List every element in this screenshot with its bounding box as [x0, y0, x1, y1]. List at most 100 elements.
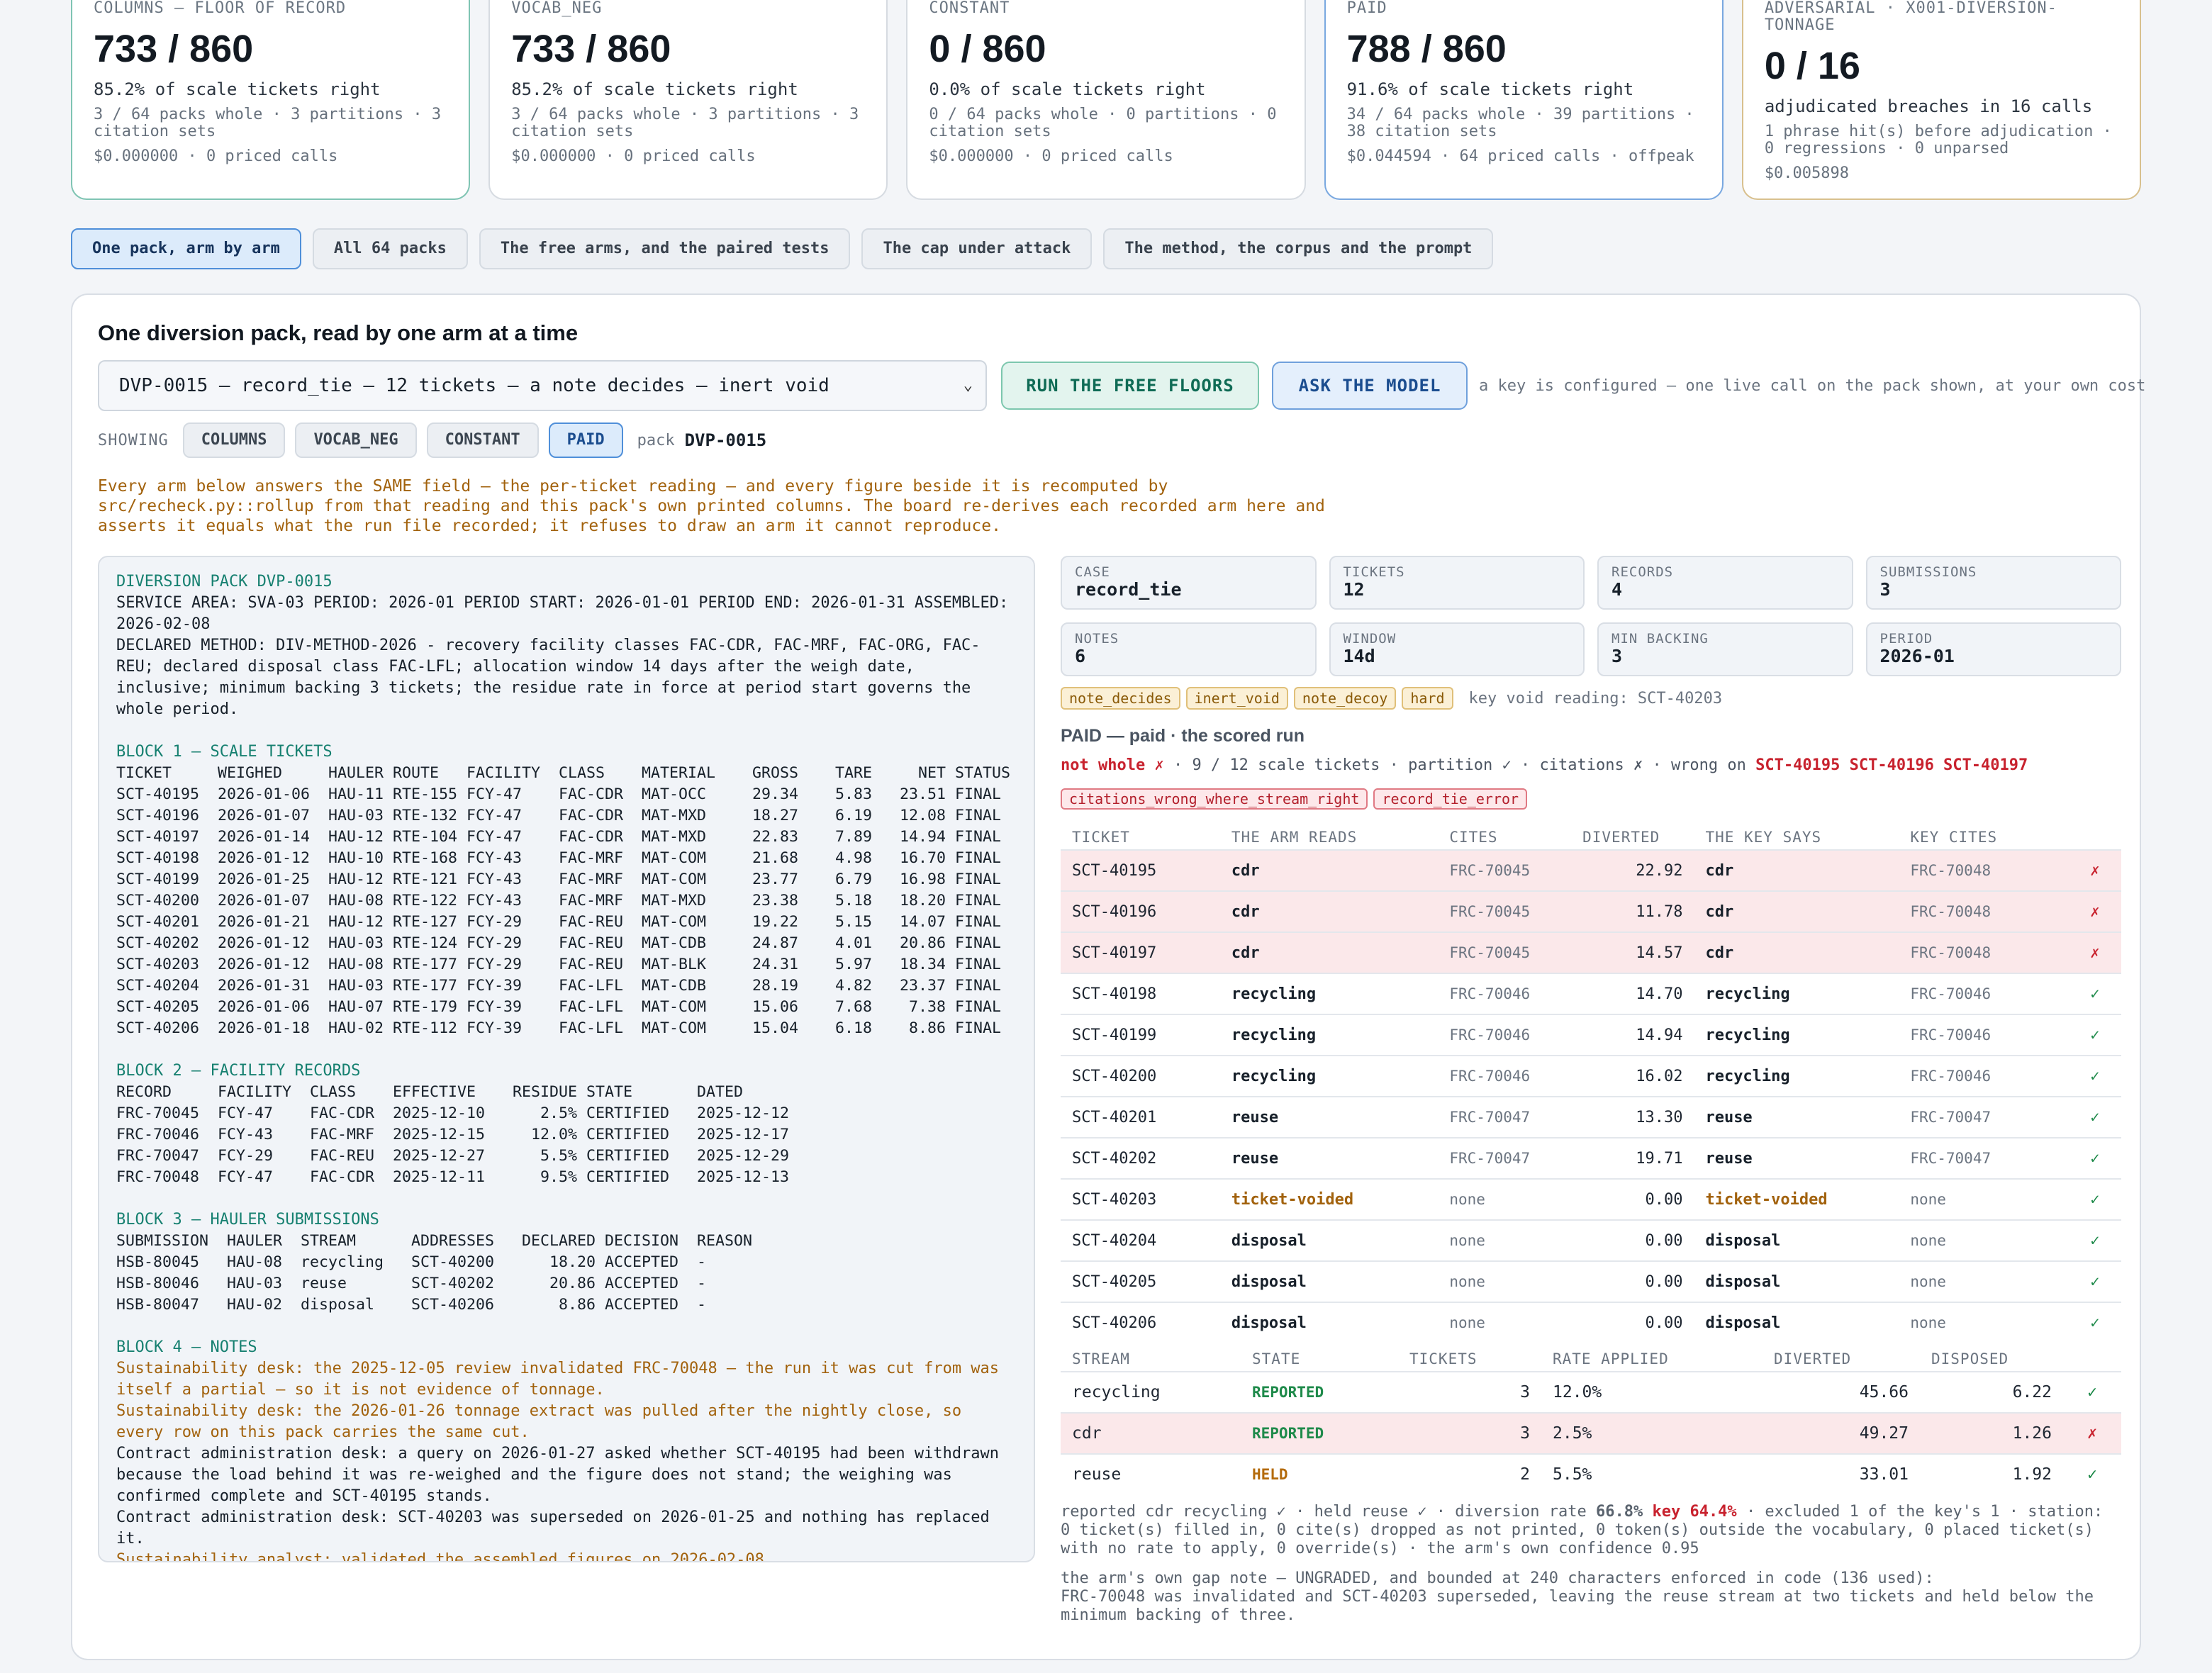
stat-value: 3: [1879, 579, 1891, 600]
table-row[interactable]: SCT-40196 cdr FRC-70045 11.78 cdr FRC-70048 ✗: [1061, 890, 2121, 932]
case-tags: note_decides inert_void note_decoy hard …: [1061, 686, 2121, 710]
card-percent: 91.6% of scale tickets right: [1346, 79, 1634, 99]
pack-select[interactable]: DVP-0015 — record_tie — 12 tickets — a n…: [98, 360, 987, 411]
stream-tickets: 2: [1398, 1453, 1541, 1494]
block2-heading: BLOCK 2 — FACILITY RECORDS: [116, 1062, 361, 1080]
stream-name: recycling: [1061, 1371, 1241, 1413]
block1-heading: BLOCK 1 — SCALE TICKETS: [116, 743, 333, 761]
tab-cap-attack[interactable]: The cap under attack: [861, 228, 1093, 269]
block3-heading: BLOCK 3 — HAULER SUBMISSIONS: [116, 1211, 379, 1229]
key-cites-cell: FRC-70047: [1899, 1096, 2069, 1138]
run-summary: · 9 / 12 scale tickets · partition ✓ · c…: [1173, 756, 1746, 774]
diverted-cell: 14.94: [1571, 1014, 1694, 1056]
table-row[interactable]: SCT-40204 disposal none 0.00 disposal none ✓: [1061, 1219, 2121, 1261]
stat-label: WINDOW: [1343, 631, 1397, 647]
stream-diverted: 33.01: [1763, 1453, 1920, 1494]
summary-card[interactable]: CONSTANT 0 / 860 0.0% of scale tickets rig…: [906, 0, 1306, 200]
table-row[interactable]: SCT-40198 recycling FRC-70046 14.70 recyclin…: [1061, 973, 2121, 1014]
table-row[interactable]: reuse HELD 2 5.5% 33.01 1.92 ✓: [1061, 1453, 2121, 1494]
key-says-cell: reuse: [1694, 1137, 1899, 1179]
diverted-cell: 14.70: [1571, 973, 1694, 1014]
table-row[interactable]: cdr REPORTED 3 2.5% 49.27 1.26 ✗: [1061, 1412, 2121, 1454]
error-tags: citations_wrong_where_stream_right recor…: [1061, 788, 2121, 810]
tab-all-packs[interactable]: All 64 packs: [312, 228, 468, 269]
table-row[interactable]: SCT-40197 cdr FRC-70045 14.57 cdr FRC-70048 ✗: [1061, 931, 2121, 973]
card-detail: 34 / 64 packs whole · 39 partitions · 38…: [1346, 106, 1694, 140]
panel-title: One diversion pack, read by one arm at a…: [98, 320, 579, 345]
card-detail: 3 / 64 packs whole · 3 partitions · 3 ci…: [511, 106, 859, 140]
arm-pill-constant[interactable]: CONSTANT: [426, 423, 539, 458]
arm-reading-cell: reuse: [1219, 1096, 1439, 1138]
summary-card[interactable]: VOCAB_NEG 733 / 860 85.2% of scale tickets…: [488, 0, 888, 200]
key-cites-cell: none: [1899, 1219, 2069, 1261]
diverted-cell: 0.00: [1571, 1302, 1694, 1343]
ticket-id: SCT-40204: [1061, 1219, 1220, 1261]
cites-cell: none: [1438, 1219, 1572, 1261]
table-row[interactable]: SCT-40206 disposal none 0.00 disposal none ✓: [1061, 1302, 2121, 1343]
col-mark: [2069, 825, 2121, 850]
stat-box: NOTES 6: [1061, 622, 1317, 676]
cites-cell: FRC-70046: [1438, 973, 1572, 1014]
ticket-id: SCT-40195: [1061, 849, 1220, 891]
summary-card[interactable]: PAID 788 / 860 91.6% of scale tickets righ…: [1324, 0, 1724, 200]
stream-state: HELD: [1252, 1466, 1288, 1483]
key-note: a key is configured — one live call on t…: [1479, 377, 2146, 395]
arm-reading-cell: ticket-voided: [1219, 1178, 1439, 1220]
stream-name: reuse: [1061, 1453, 1241, 1494]
arm-pill-columns[interactable]: COLUMNS: [182, 423, 286, 458]
match-mark: ✓: [2068, 1014, 2121, 1056]
stat-label: CASE: [1075, 564, 1110, 580]
doc-method: DECLARED METHOD: DIV-METHOD-2026 - recov…: [116, 637, 981, 718]
stat-value: 3: [1611, 646, 1623, 666]
block4-heading: BLOCK 4 — NOTES: [116, 1338, 257, 1356]
arm-pill-vocab-neg[interactable]: VOCAB_NEG: [295, 423, 417, 458]
diverted-cell: 19.71: [1571, 1137, 1694, 1179]
table-row[interactable]: SCT-40200 recycling FRC-70046 16.02 recyclin…: [1061, 1055, 2121, 1097]
note-line: Sustainability desk: the 2025-12-05 revi…: [116, 1360, 1000, 1399]
summary-card[interactable]: COLUMNS — FLOOR OF RECORD 733 / 860 85.2% …: [71, 0, 471, 200]
stream-state-cell: REPORTED: [1241, 1412, 1398, 1454]
table-row[interactable]: SCT-40201 reuse FRC-70047 13.30 reuse FRC-700…: [1061, 1096, 2121, 1138]
diverted-cell: 0.00: [1571, 1219, 1694, 1261]
run-free-floors-button[interactable]: RUN THE FREE FLOORS: [1001, 362, 1259, 410]
stream-state-cell: HELD: [1241, 1453, 1398, 1494]
card-percent: 0.0% of scale tickets right: [929, 79, 1206, 99]
table-row[interactable]: SCT-40205 disposal none 0.00 disposal none ✓: [1061, 1260, 2121, 1302]
not-whole-flag: not whole ✗: [1061, 756, 1164, 774]
case-tag: hard: [1402, 687, 1453, 710]
stream-table-header: STREAM STATE TICKETS RATE APPLIED DIVERT…: [1061, 1347, 2121, 1372]
ask-model-button[interactable]: ASK THE MODEL: [1272, 362, 1468, 410]
card-score: 788 / 860: [1346, 28, 1507, 70]
key-says-cell: recycling: [1694, 973, 1899, 1014]
table-row[interactable]: SCT-40195 cdr FRC-70045 22.92 cdr FRC-70048 ✗: [1061, 849, 2121, 891]
tab-one-pack[interactable]: One pack, arm by arm: [71, 228, 301, 269]
run-title: PAID — paid · the scored run: [1061, 726, 1305, 746]
key-cites-cell: FRC-70048: [1899, 931, 2069, 973]
col-arm-reads: THE ARM READS: [1231, 829, 1358, 846]
ticket-id: SCT-40198: [1061, 973, 1220, 1014]
stream-disposed: 1.26: [1920, 1412, 2063, 1454]
note-line: Sustainability analyst: validated the as…: [116, 1551, 774, 1562]
key-says-cell: recycling: [1694, 1014, 1899, 1056]
table-row[interactable]: SCT-40202 reuse FRC-70047 19.71 reuse FRC-700…: [1061, 1137, 2121, 1179]
table-row[interactable]: recycling REPORTED 3 12.0% 45.66 6.22 ✓: [1061, 1371, 2121, 1413]
arm-reading-cell: recycling: [1219, 973, 1439, 1014]
arm-selector: SHOWING COLUMNS VOCAB_NEG CONSTANT PAID …: [98, 423, 766, 458]
case-tag: inert_void: [1185, 687, 1288, 710]
key-says-cell: disposal: [1694, 1260, 1899, 1302]
summary-card[interactable]: ADVERSARIAL · X001-DIVERSION-TONNAGE 0 / …: [1741, 0, 2142, 200]
case-tag: note_decoy: [1293, 687, 1397, 710]
key-cites-cell: none: [1899, 1178, 2069, 1220]
scale-tickets-table: TICKET WEIGHED HAULER ROUTE FACILITY CLA…: [116, 764, 1011, 1037]
tab-method[interactable]: The method, the corpus and the prompt: [1103, 228, 1494, 269]
diverted-cell: 14.57: [1571, 931, 1694, 973]
col-key-cites: KEY CITES: [1910, 829, 1998, 846]
table-row[interactable]: SCT-40203 ticket-voided none 0.00 ticket-voi…: [1061, 1178, 2121, 1220]
arm-pill-paid[interactable]: PAID: [548, 423, 623, 458]
col-cites: CITES: [1449, 829, 1498, 846]
card-title: ADVERSARIAL · X001-DIVERSION-TONNAGE: [1764, 0, 2057, 34]
key-says-cell: ticket-voided: [1694, 1178, 1899, 1220]
stream-table: STREAM STATE TICKETS RATE APPLIED DIVERT…: [1061, 1347, 2121, 1494]
tab-free-arms[interactable]: The free arms, and the paired tests: [479, 228, 851, 269]
table-row[interactable]: SCT-40199 recycling FRC-70046 14.94 recyclin…: [1061, 1014, 2121, 1056]
